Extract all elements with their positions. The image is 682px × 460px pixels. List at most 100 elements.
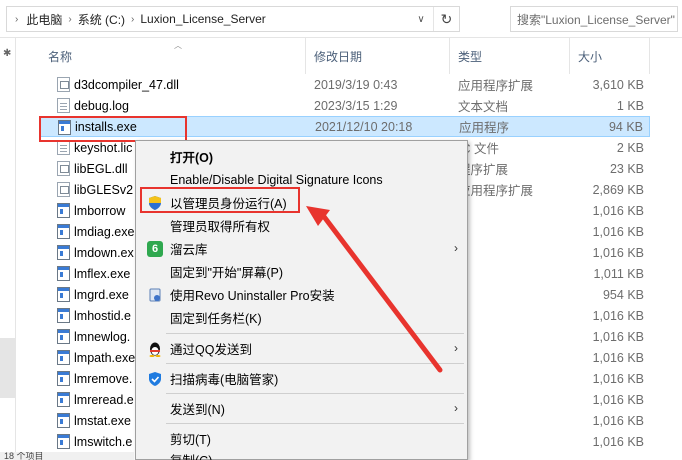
- search-input[interactable]: 搜索"Luxion_License_Server": [510, 6, 678, 32]
- menu-item-cut[interactable]: 剪切(T): [138, 427, 466, 450]
- menu-item-label: 打开(O): [170, 151, 214, 165]
- file-size: 1,011 KB: [593, 266, 644, 281]
- menu-item-label: 固定到任务栏(K): [170, 312, 262, 326]
- submenu-arrow-icon: ›: [454, 241, 458, 255]
- file-size: 23 KB: [609, 161, 644, 176]
- file-name: libGLESv2: [74, 182, 134, 197]
- breadcrumb-separator-icon[interactable]: ›: [129, 14, 136, 25]
- file-size: 1,016 KB: [592, 203, 644, 218]
- menu-item-liuyunku[interactable]: 6 溜云库 ›: [138, 237, 466, 260]
- file-name: lmdiag.exe: [74, 224, 135, 239]
- file-size: 1 KB: [616, 98, 644, 113]
- file-size: 1,016 KB: [592, 224, 644, 239]
- file-size: 1,016 KB: [592, 413, 644, 428]
- menu-item-pin-to-start[interactable]: 固定到"开始"屏幕(P): [138, 260, 466, 283]
- dll-icon: [57, 161, 70, 176]
- pc-manager-shield-icon: [147, 371, 163, 387]
- file-name: lmdown.ex: [74, 245, 134, 260]
- file-size: 1,016 KB: [592, 329, 644, 344]
- menu-item-revo-uninstaller[interactable]: 使用Revo Uninstaller Pro安装: [138, 283, 466, 306]
- menu-separator: [166, 333, 464, 334]
- annotation-highlight-file: [39, 116, 187, 142]
- column-header-size[interactable]: 大小: [570, 38, 650, 74]
- exe-icon: [57, 287, 70, 302]
- file-row[interactable]: d3dcompiler_47.dll 2019/3/19 0:43 应用程序扩展 3,…: [40, 74, 650, 95]
- menu-item-label: 管理员取得所有权: [170, 220, 271, 234]
- menu-item-open[interactable]: 打开(O): [138, 145, 466, 168]
- exe-icon: [57, 308, 70, 323]
- menu-item-send-via-qq[interactable]: 通过QQ发送到 ›: [138, 337, 466, 360]
- menu-item-label: 扫描病毒(电脑管家): [170, 373, 279, 387]
- file-size: 1,016 KB: [592, 308, 644, 323]
- file-name: lmnewlog.: [74, 329, 131, 344]
- menu-item-label: 发送到(N): [170, 403, 225, 417]
- file-type: 文本文档: [458, 100, 509, 114]
- file-modified: 2021/12/10 20:18: [315, 119, 413, 134]
- column-header-row: ︿ 名称 修改日期 类型 大小: [40, 38, 682, 74]
- menu-item-copy[interactable]: 复制(C): [138, 448, 466, 460]
- menu-item-label: 溜云库: [170, 243, 208, 257]
- file-row[interactable]: debug.log 2023/3/15 1:29 文本文档 1 KB: [40, 95, 650, 116]
- file-size: 954 KB: [602, 287, 644, 302]
- menu-item-send-to[interactable]: 发送到(N) ›: [138, 397, 466, 420]
- column-header-modified[interactable]: 修改日期: [306, 38, 450, 74]
- file-name: lmpath.exe: [74, 350, 136, 365]
- file-name: lmborrow: [74, 203, 126, 218]
- file-name: lmswitch.e: [74, 434, 133, 449]
- navigation-selected-item[interactable]: [0, 338, 15, 398]
- file-size: 1,016 KB: [592, 392, 644, 407]
- file-name: debug.log: [74, 98, 129, 113]
- menu-item-take-ownership[interactable]: 管理员取得所有权: [138, 214, 466, 237]
- liuyunku-icon: 6: [147, 241, 163, 257]
- file-modified: 2023/3/15 1:29: [314, 98, 398, 113]
- navigation-pane[interactable]: ✱: [0, 38, 16, 460]
- status-bar: 18 个项目: [0, 452, 134, 460]
- menu-item-label: 复制(C): [170, 450, 212, 460]
- file-size: 1,016 KB: [592, 371, 644, 386]
- file-name: lmremove.: [74, 371, 133, 386]
- file-name: lmhostid.e: [74, 308, 131, 323]
- menu-item-pin-to-taskbar[interactable]: 固定到任务栏(K): [138, 306, 466, 329]
- refresh-icon[interactable]: ↻: [433, 7, 459, 31]
- breadcrumb-folder[interactable]: Luxion_License_Server: [136, 12, 269, 26]
- file-name: lmflex.exe: [74, 266, 131, 281]
- breadcrumb-separator-icon[interactable]: ›: [66, 14, 73, 25]
- address-bar[interactable]: › 此电脑 › 系统 (C:) › Luxion_License_Server …: [6, 6, 460, 32]
- menu-item-label: 使用Revo Uninstaller Pro安装: [170, 289, 335, 303]
- menu-separator: [166, 393, 464, 394]
- dll-icon: [57, 182, 70, 197]
- menu-item-label: Enable/Disable Digital Signature Icons: [170, 172, 383, 187]
- file-size: 3,610 KB: [592, 77, 644, 92]
- column-header-type[interactable]: 类型: [450, 38, 570, 74]
- pin-icon[interactable]: ✱: [3, 48, 11, 59]
- address-history-dropdown-icon[interactable]: ∨: [411, 7, 431, 31]
- breadcrumb-drive-c[interactable]: 系统 (C:): [74, 11, 129, 28]
- menu-separator: [166, 423, 464, 424]
- file-name: lmgrd.exe: [74, 287, 129, 302]
- annotation-highlight-run-as-admin: [140, 187, 300, 213]
- path-arrow-icon[interactable]: ›: [7, 14, 22, 25]
- exe-icon: [57, 371, 70, 386]
- exe-icon: [57, 392, 70, 407]
- revo-uninstaller-icon: [147, 287, 163, 303]
- file-type: 应用程序扩展: [458, 79, 534, 93]
- file-name: lmreread.e: [74, 392, 134, 407]
- menu-item-scan-virus[interactable]: 扫描病毒(电脑管家): [138, 367, 466, 390]
- qq-penguin-icon: [147, 341, 163, 357]
- file-modified: 2019/3/19 0:43: [314, 77, 398, 92]
- file-size: 2,869 KB: [592, 182, 644, 197]
- doc-icon: [57, 98, 70, 113]
- exe-icon: [57, 245, 70, 260]
- file-size: 1,016 KB: [592, 350, 644, 365]
- breadcrumb-this-pc[interactable]: 此电脑: [22, 11, 66, 28]
- file-size: 2 KB: [616, 140, 644, 155]
- column-header-name[interactable]: 名称: [40, 38, 306, 74]
- file-name: keyshot.lic: [74, 140, 133, 155]
- exe-icon: [57, 434, 70, 449]
- file-name: lmstat.exe: [74, 413, 131, 428]
- exe-icon: [57, 266, 70, 281]
- submenu-arrow-icon: ›: [454, 341, 458, 355]
- exe-icon: [57, 329, 70, 344]
- menu-item-label: 剪切(T): [170, 433, 211, 447]
- file-type: 应用程序: [459, 121, 510, 135]
